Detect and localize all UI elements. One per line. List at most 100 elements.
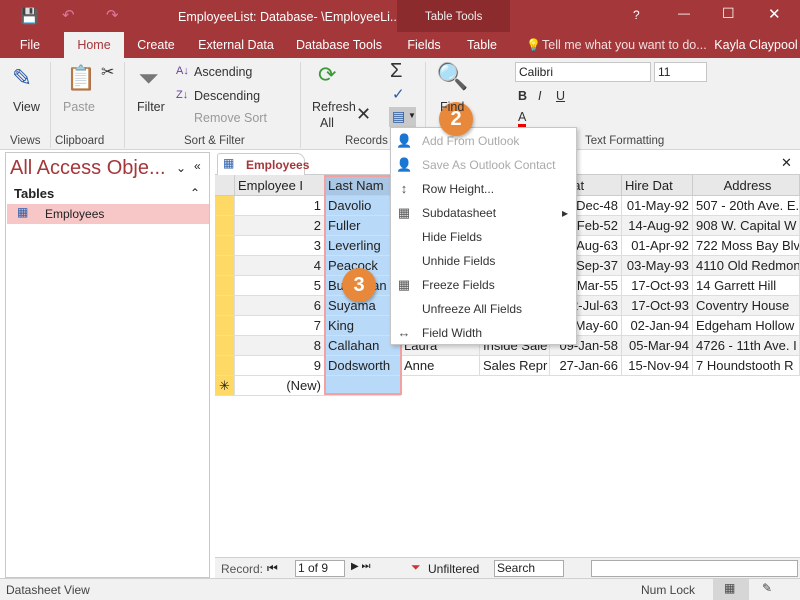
- table-cell[interactable]: 2: [235, 216, 325, 236]
- table-cell[interactable]: 05-Mar-94: [622, 336, 693, 356]
- table-cell[interactable]: 17-Oct-93: [622, 296, 693, 316]
- ascending-button[interactable]: Ascending: [194, 65, 252, 79]
- table-cell[interactable]: 6: [235, 296, 325, 316]
- table-cell[interactable]: 7 Houndstooth R: [693, 356, 800, 376]
- bold-button[interactable]: B: [518, 89, 527, 103]
- user-name[interactable]: Kayla Claypool: [712, 32, 800, 58]
- section-collapse-icon[interactable]: ⌃: [190, 186, 200, 200]
- descending-button[interactable]: Descending: [194, 89, 260, 103]
- nav-pane-title[interactable]: All Access Obje...: [10, 157, 166, 180]
- more-button[interactable]: ▤ ▼: [389, 107, 416, 127]
- row-selector[interactable]: [215, 336, 235, 356]
- table-cell[interactable]: 01-May-92: [622, 196, 693, 216]
- search-input[interactable]: Search: [494, 560, 564, 577]
- tab-employees[interactable]: ▦ Employees: [217, 153, 309, 176]
- table-cell[interactable]: 4: [235, 256, 325, 276]
- row-selector[interactable]: [215, 236, 235, 256]
- remove-sort-button[interactable]: Remove Sort: [194, 111, 267, 125]
- row-selector[interactable]: [215, 276, 235, 296]
- table-cell[interactable]: 7: [235, 316, 325, 336]
- close-document-icon[interactable]: ✕: [781, 155, 792, 171]
- nav-section-tables[interactable]: Tables: [14, 186, 54, 201]
- table-cell[interactable]: 722 Moss Bay Blv: [693, 236, 800, 256]
- next-record-button[interactable]: ▶ ⏭: [351, 561, 370, 572]
- table-cell[interactable]: 01-Apr-92: [622, 236, 693, 256]
- underline-button[interactable]: U: [556, 89, 565, 103]
- table-cell[interactable]: 15-Nov-94: [622, 356, 693, 376]
- menu-item-subdatasheet[interactable]: ▦ Subdatasheet ▸: [391, 201, 576, 225]
- table-cell[interactable]: 3: [235, 236, 325, 256]
- refresh-all-label[interactable]: All: [320, 116, 334, 130]
- view-button[interactable]: View: [13, 100, 40, 114]
- menu-item-unfreeze-all-fields[interactable]: Unfreeze All Fields: [391, 297, 576, 321]
- table-cell[interactable]: 4110 Old Redmon: [693, 256, 800, 276]
- help-button[interactable]: ?: [633, 8, 640, 22]
- table-cell[interactable]: Sales Repr: [480, 356, 550, 376]
- tab-home[interactable]: Home: [64, 32, 124, 58]
- table-cell[interactable]: 17-Oct-93: [622, 276, 693, 296]
- first-record-button[interactable]: ⏮: [267, 561, 278, 576]
- font-color-button[interactable]: A: [518, 110, 527, 127]
- table-cell[interactable]: 03-May-93: [622, 256, 693, 276]
- table-cell[interactable]: Anne: [401, 356, 480, 376]
- delete-icon[interactable]: ✕: [356, 104, 371, 125]
- menu-item-unhide-fields[interactable]: Unhide Fields: [391, 249, 576, 273]
- collapse-pane-icon[interactable]: «: [194, 159, 201, 173]
- paste-button[interactable]: Paste: [63, 100, 95, 114]
- row-selector[interactable]: [215, 316, 235, 336]
- nav-item-employees[interactable]: ▦ Employees: [7, 204, 209, 224]
- table-cell[interactable]: 4726 - 11th Ave. I: [693, 336, 800, 356]
- cut-icon[interactable]: ✂: [101, 62, 114, 82]
- table-cell[interactable]: 5: [235, 276, 325, 296]
- column-header[interactable]: Hire Dat: [622, 175, 693, 196]
- font-name-select[interactable]: Calibri: [515, 62, 651, 82]
- totals-icon[interactable]: Σ: [390, 60, 402, 83]
- table-cell[interactable]: 9: [235, 356, 325, 376]
- spelling-icon[interactable]: ✓: [392, 85, 405, 103]
- table-cell[interactable]: Edgeham Hollow: [693, 316, 800, 336]
- table-cell[interactable]: 908 W. Capital W: [693, 216, 800, 236]
- row-selector[interactable]: [215, 296, 235, 316]
- tab-external-data[interactable]: External Data: [194, 32, 278, 58]
- maximize-button[interactable]: ☐: [722, 5, 735, 22]
- table-cell[interactable]: 1: [235, 196, 325, 216]
- row-selector[interactable]: [215, 356, 235, 376]
- save-icon[interactable]: 💾: [20, 7, 39, 25]
- filter-button[interactable]: Filter: [137, 100, 165, 114]
- tab-fields[interactable]: Fields: [404, 32, 444, 58]
- table-cell[interactable]: Coventry House: [693, 296, 800, 316]
- column-header[interactable]: Employee I: [235, 175, 325, 196]
- menu-item-row-height[interactable]: ↕ Row Height...: [391, 177, 576, 201]
- tab-create[interactable]: Create: [130, 32, 182, 58]
- table-cell[interactable]: 507 - 20th Ave. E.: [693, 196, 800, 216]
- font-size-select[interactable]: 11: [654, 62, 707, 82]
- column-header[interactable]: Address: [693, 175, 800, 196]
- horizontal-scrollbar[interactable]: [591, 560, 798, 577]
- table-cell[interactable]: 14-Aug-92: [622, 216, 693, 236]
- menu-item-save-as-outlook-contact[interactable]: 👤 Save As Outlook Contact: [391, 153, 576, 177]
- refresh-all-button[interactable]: Refresh: [312, 100, 356, 114]
- tell-me-search[interactable]: Tell me what you want to do...: [542, 32, 707, 58]
- menu-item-add-from-outlook[interactable]: 👤 Add From Outlook: [391, 129, 576, 153]
- datasheet-view-button[interactable]: ▦: [713, 579, 749, 600]
- new-record-cell[interactable]: (New): [235, 376, 325, 396]
- row-selector[interactable]: [215, 216, 235, 236]
- redo-icon[interactable]: ↷: [106, 6, 119, 24]
- close-button[interactable]: ✕: [768, 5, 781, 23]
- find-button[interactable]: Find: [440, 100, 464, 114]
- menu-item-hide-fields[interactable]: Hide Fields: [391, 225, 576, 249]
- new-record-selector[interactable]: ✳: [215, 376, 235, 396]
- row-selector[interactable]: [215, 196, 235, 216]
- menu-item-field-width[interactable]: ↔ Field Width: [391, 321, 576, 345]
- filter-status-button[interactable]: Unfiltered: [428, 562, 479, 576]
- undo-icon[interactable]: ↶: [62, 6, 75, 24]
- row-selector[interactable]: [215, 256, 235, 276]
- nav-menu-chevron-icon[interactable]: ⌄: [176, 161, 186, 175]
- tab-file[interactable]: File: [10, 32, 50, 58]
- table-cell[interactable]: 27-Jan-66: [550, 356, 622, 376]
- current-record-field[interactable]: 1 of 9: [295, 560, 345, 577]
- select-all-corner[interactable]: [215, 175, 235, 196]
- tab-table[interactable]: Table: [462, 32, 502, 58]
- table-cell[interactable]: 14 Garrett Hill: [693, 276, 800, 296]
- table-cell[interactable]: 02-Jan-94: [622, 316, 693, 336]
